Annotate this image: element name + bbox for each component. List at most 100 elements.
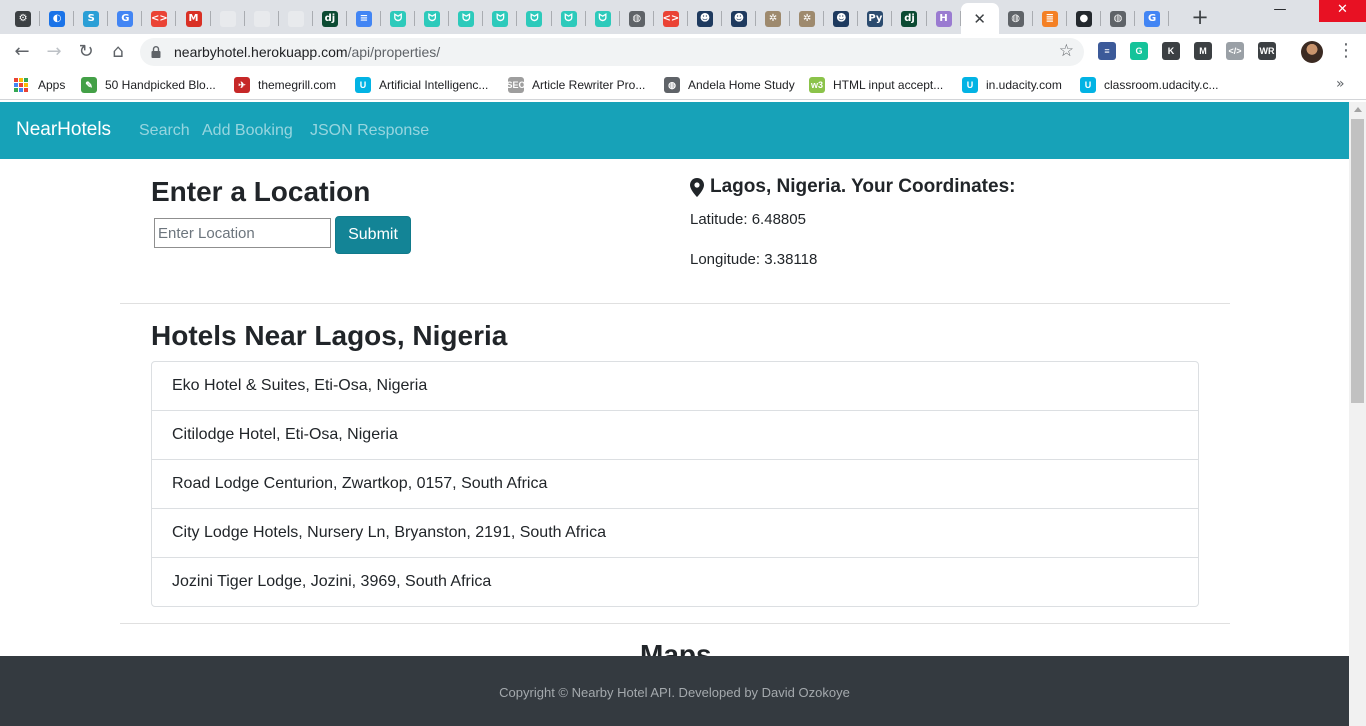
- page-scrollbar[interactable]: [1349, 102, 1366, 726]
- hotel-list-item: Citilodge Hotel, Eti-Osa, Nigeria: [152, 410, 1198, 459]
- tab-python-favicon-icon: Py: [867, 10, 884, 27]
- tab-globe-3-favicon-icon: ◍: [1109, 10, 1126, 27]
- tab-code-2[interactable]: <>: [654, 3, 688, 34]
- tab-google-favicon-icon: G: [117, 10, 134, 27]
- tab-avatar-3[interactable]: ☻: [824, 3, 859, 34]
- close-tab-icon[interactable]: ✕: [973, 10, 986, 28]
- nav-link-search[interactable]: Search: [139, 122, 190, 140]
- ext-code-icon[interactable]: </>: [1226, 42, 1244, 60]
- bookmark-udacity[interactable]: Uin.udacity.com: [962, 76, 1062, 94]
- bookmark-classroom-favicon-icon: U: [1080, 77, 1096, 93]
- hotel-list-item: Jozini Tiger Lodge, Jozini, 3969, South …: [152, 557, 1198, 606]
- site-footer: Copyright © Nearby Hotel API. Developed …: [0, 656, 1349, 726]
- scroll-thumb[interactable]: [1351, 119, 1364, 403]
- tab-blank-2[interactable]: [245, 3, 279, 34]
- tab-django[interactable]: dj: [313, 3, 348, 34]
- tab-google-2[interactable]: G: [1135, 3, 1170, 34]
- bookmark-andela[interactable]: ◍ Andela Home Study: [664, 76, 795, 94]
- nav-link-json-response[interactable]: JSON Response: [310, 122, 429, 140]
- tab-blank-2-favicon-icon: [253, 10, 270, 27]
- forward-button[interactable]: →: [42, 40, 66, 64]
- tab-github[interactable]: ●: [1067, 3, 1102, 34]
- minimize-button[interactable]: —: [1257, 0, 1303, 22]
- tab-globe-1[interactable]: ◍: [620, 3, 654, 34]
- reload-button[interactable]: ↻: [74, 40, 98, 64]
- bookmark-article-rewriter[interactable]: SEO Article Rewriter Pro...: [507, 76, 646, 94]
- tab-scrimba-1[interactable]: ᗢ: [381, 3, 416, 34]
- tab-google[interactable]: G: [108, 3, 143, 34]
- bookmark-label: 50 Handpicked Blo...: [105, 78, 216, 92]
- bookmark-handpicked[interactable]: ✎ 50 Handpicked Blo...: [81, 76, 216, 94]
- tab-blank-3[interactable]: [279, 3, 313, 34]
- ext-k-icon[interactable]: K: [1162, 42, 1180, 60]
- home-button[interactable]: ⌂: [106, 40, 130, 64]
- browser-menu-icon[interactable]: ⋮: [1337, 40, 1355, 64]
- tab-scrimba-2[interactable]: ᗢ: [415, 3, 450, 34]
- bookmark-classroom[interactable]: Uclassroom.udacity.c...: [1080, 76, 1218, 94]
- section-divider: [120, 623, 1230, 624]
- tab-globe-2-favicon-icon: ◍: [1007, 10, 1024, 27]
- profile-avatar[interactable]: [1301, 41, 1323, 63]
- bookmark-label: HTML input accept...: [833, 78, 944, 92]
- tab-globe-3[interactable]: ◍: [1101, 3, 1136, 34]
- location-input[interactable]: [154, 218, 331, 248]
- tab-avatar-3-favicon-icon: ☻: [833, 10, 850, 27]
- tab-scrimba-2-favicon-icon: ᗢ: [424, 10, 441, 27]
- bookmark-themegrill[interactable]: ✈ themegrill.com: [234, 76, 336, 94]
- ext-gmail-icon[interactable]: M: [1194, 42, 1212, 60]
- bookmark-ai[interactable]: U Artificial Intelligenc...: [355, 76, 488, 94]
- ext-stack-icon[interactable]: ≡: [1098, 42, 1116, 60]
- url-host: nearbyhotel.herokuapp.com: [174, 44, 348, 60]
- tab-scrimba-4-favicon-icon: ᗢ: [492, 10, 509, 27]
- tab-cog-1[interactable]: ✲: [756, 3, 791, 34]
- bookmark-html-input[interactable]: w3 HTML input accept...: [809, 76, 943, 94]
- tab-stackoverflow[interactable]: ≣: [1033, 3, 1067, 34]
- nav-link-add-booking[interactable]: Add Booking: [202, 122, 293, 140]
- tab-scrimba-5[interactable]: ᗢ: [517, 3, 552, 34]
- tab-stackoverflow-favicon-icon: ≣: [1041, 10, 1058, 27]
- lock-icon: [151, 46, 161, 58]
- tab-scrimba-5-favicon-icon: ᗢ: [526, 10, 543, 27]
- tab-avatar-1[interactable]: ☻: [688, 3, 723, 34]
- tab-s[interactable]: S: [74, 3, 109, 34]
- tab-gear[interactable]: ⚙: [6, 3, 41, 34]
- tab-blank-3-favicon-icon: [287, 10, 304, 27]
- ext-grammarly-icon[interactable]: G: [1130, 42, 1148, 60]
- bookmark-apps[interactable]: Apps: [14, 76, 65, 94]
- apps-grid-icon: [14, 78, 28, 92]
- submit-button[interactable]: Submit: [335, 216, 411, 254]
- new-tab-button[interactable]: +: [1188, 5, 1212, 29]
- tab-globe-2[interactable]: ◍: [999, 3, 1033, 34]
- tab-gear-favicon-icon: ⚙: [15, 10, 32, 27]
- tab-code[interactable]: <>: [142, 3, 177, 34]
- tab-heroku[interactable]: H: [927, 3, 961, 34]
- bookmarks-more-icon[interactable]: »: [1336, 76, 1345, 92]
- footer-copyright: Copyright © Nearby Hotel API. Developed …: [499, 685, 850, 700]
- tab-django-2[interactable]: dj: [892, 3, 927, 34]
- tab-active[interactable]: ✕: [960, 3, 999, 34]
- bookmark-handpicked-favicon-icon: ✎: [81, 77, 97, 93]
- tab-avatar-2[interactable]: ☻: [722, 3, 757, 34]
- bookmark-label: Article Rewriter Pro...: [532, 78, 646, 92]
- ext-wr-icon[interactable]: WR: [1258, 42, 1276, 60]
- browser-toolbar: ← → ↻ ⌂ nearbyhotel.herokuapp.com/api/pr…: [0, 34, 1366, 70]
- tab-cloud[interactable]: ◐: [40, 3, 75, 34]
- address-bar[interactable]: nearbyhotel.herokuapp.com/api/properties…: [140, 38, 1084, 66]
- tab-scrimba-3[interactable]: ᗢ: [449, 3, 484, 34]
- tab-scrimba-6[interactable]: ᗢ: [552, 3, 586, 34]
- back-button[interactable]: ←: [10, 40, 34, 64]
- tab-blank-1[interactable]: [211, 3, 245, 34]
- brand-link[interactable]: NearHotels: [16, 119, 111, 141]
- tab-docs[interactable]: ≡: [347, 3, 382, 34]
- bookmark-star-icon[interactable]: ☆: [1059, 41, 1074, 61]
- tab-cog-2[interactable]: ✲: [790, 3, 825, 34]
- tab-scrimba-4[interactable]: ᗢ: [483, 3, 518, 34]
- bookmarks-bar: Apps ✎ 50 Handpicked Blo... ✈ themegrill.com…: [0, 70, 1366, 100]
- scroll-up-arrow-icon[interactable]: [1354, 107, 1362, 112]
- close-window-button[interactable]: ✕: [1319, 0, 1366, 22]
- tab-python[interactable]: Py: [858, 3, 893, 34]
- bookmark-andela-favicon-icon: ◍: [664, 77, 680, 93]
- tab-scrimba-7[interactable]: ᗢ: [586, 3, 620, 34]
- tab-gmail[interactable]: M: [176, 3, 211, 34]
- hotel-list: Eko Hotel & Suites, Eti-Osa, Nigeria Cit…: [151, 361, 1199, 607]
